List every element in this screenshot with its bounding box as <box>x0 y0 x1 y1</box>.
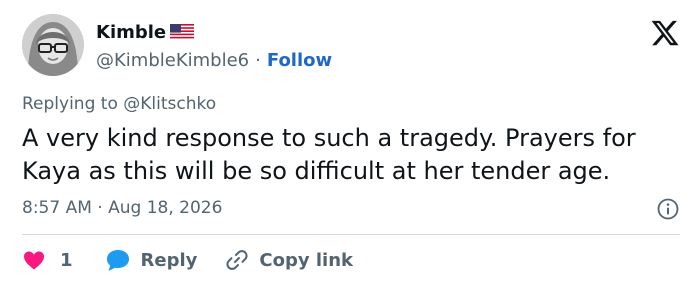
link-icon <box>226 250 248 270</box>
timestamp-separator: · <box>97 198 103 218</box>
like-button[interactable]: 1 <box>22 248 73 272</box>
handle-separator: · <box>255 50 261 71</box>
x-logo-icon[interactable] <box>650 18 680 48</box>
avatar[interactable] <box>22 14 84 76</box>
replying-to: Replying to @Klitschko <box>22 94 216 114</box>
reply-button[interactable]: Reply <box>105 248 198 272</box>
tweet-date: Aug 18, 2026 <box>108 198 223 218</box>
author-block: Kimble @KimbleKimble6 · Follow <box>96 20 332 72</box>
avatar-image <box>22 14 84 76</box>
copy-link-button[interactable]: Copy link <box>225 248 353 272</box>
author-handle[interactable]: @KimbleKimble6 <box>96 50 249 71</box>
info-icon[interactable] <box>656 197 680 221</box>
reply-label: Reply <box>140 249 198 271</box>
author-display-name[interactable]: Kimble <box>96 22 166 43</box>
action-bar: 1 Reply Copy link <box>22 246 381 274</box>
reply-bubble-icon <box>106 250 129 271</box>
timestamp[interactable]: 8:57 AM · Aug 18, 2026 <box>22 198 222 218</box>
tweet-time: 8:57 AM <box>22 198 92 218</box>
like-count: 1 <box>60 249 73 271</box>
heart-icon <box>24 251 44 270</box>
us-flag-icon <box>170 24 195 40</box>
divider <box>22 234 680 235</box>
copy-link-label: Copy link <box>259 249 353 271</box>
replying-prefix: Replying to <box>22 94 118 114</box>
replying-mention[interactable]: @Klitschko <box>123 94 216 114</box>
name-row: Kimble <box>96 20 332 44</box>
follow-button[interactable]: Follow <box>267 50 332 71</box>
tweet-text: A very kind response to such a tragedy. … <box>22 124 636 185</box>
handle-row: @KimbleKimble6 · Follow <box>96 50 332 71</box>
